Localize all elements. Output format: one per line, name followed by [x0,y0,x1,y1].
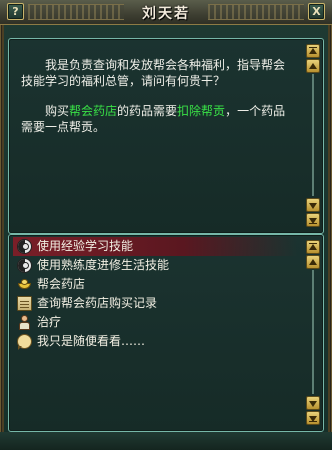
option-guild-pharmacy[interactable]: 帮会药店 [13,275,297,294]
scroll-down-button[interactable] [306,198,320,212]
healer-icon [17,315,32,330]
scroll-down-button[interactable] [306,396,320,410]
scroll-track[interactable] [312,270,314,394]
dialog-paragraph-intro: 我是负责查询和发放帮会各种福利，指导帮会技能学习的福利总管，请问有何贵干？ [21,58,286,88]
scroll-bottom-button[interactable] [306,213,320,227]
dialog-options-panel: 使用经验学习技能 使用熟练度进修生活技能 帮会药店 查询帮会药店购买记录 治疗 … [8,234,324,432]
option-label: 治疗 [37,315,62,329]
yin-yang-icon [17,258,32,273]
option-heal[interactable]: 治疗 [13,313,297,332]
scroll-bottom-button[interactable] [306,411,320,425]
option-label: 使用熟练度进修生活技能 [37,258,170,272]
option-pharmacy-purchase-log[interactable]: 查询帮会药店购买记录 [13,294,297,313]
scroll-top-button[interactable] [306,44,320,58]
speech-bubble-icon [17,334,32,350]
scroll-track[interactable] [312,74,314,196]
dialog-text-part: 的药品需要 [117,104,178,118]
dialog-paragraph-pharmacy: 购买帮会药店的药品需要扣除帮贡，一个药品需要一点帮贡。 [21,103,293,135]
option-label: 查询帮会药店购买记录 [37,296,158,310]
dialog-text-part: 购买 [45,104,70,118]
dialog-text-panel: 我是负责查询和发放帮会各种福利，指导帮会技能学习的福利总管，请问有何贵干？ 购买… [8,38,324,234]
scroll-up-button[interactable] [306,255,320,269]
close-button[interactable]: X [308,3,325,20]
option-just-browsing[interactable]: 我只是随便看看…… [13,332,297,351]
window-footer [0,432,332,450]
option-label: 使用经验学习技能 [37,239,134,253]
highlight-guild-pharmacy: 帮会药店 [69,104,118,118]
option-learn-skill-with-exp[interactable]: 使用经验学习技能 [13,237,297,256]
gold-ingot-icon [17,277,32,292]
dialog-text: 我是负责查询和发放帮会各种福利，指导帮会技能学习的福利总管，请问有何贵干？ 购买… [21,57,293,149]
option-train-life-skill[interactable]: 使用熟练度进修生活技能 [13,256,297,275]
option-label: 我只是随便看看…… [37,334,146,348]
scroll-up-button[interactable] [306,59,320,73]
option-label: 帮会药店 [37,277,86,291]
scroll-icon [17,296,32,311]
npc-name-title: 刘天若 [142,6,190,22]
yin-yang-icon [17,239,32,254]
options-list: 使用经验学习技能 使用熟练度进修生活技能 帮会药店 查询帮会药店购买记录 治疗 … [13,237,297,351]
title-bar[interactable]: ? 刘天若 X [0,0,332,25]
highlight-deduct-contribution: 扣除帮贡 [177,104,226,118]
scroll-top-button[interactable] [306,240,320,254]
